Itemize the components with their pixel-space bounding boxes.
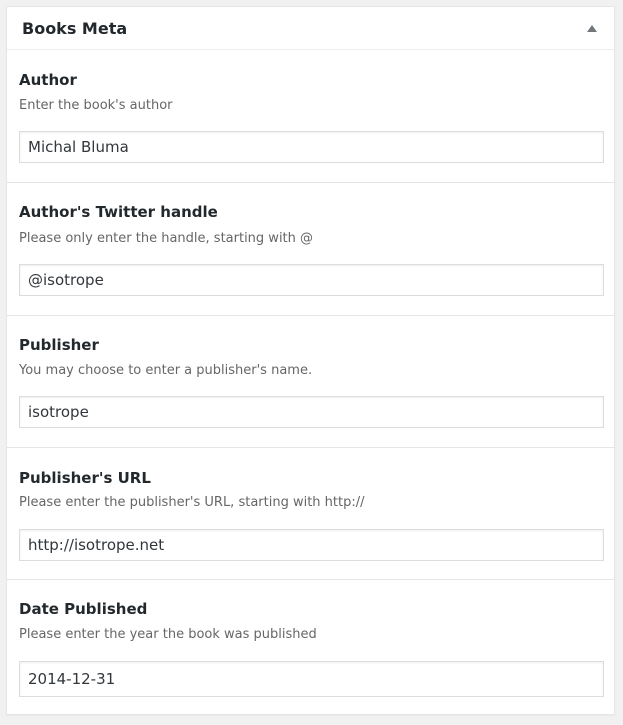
books-meta-box: Books Meta Author Enter the book's autho…	[6, 6, 615, 715]
author-label: Author	[19, 71, 77, 89]
triangle-up-icon	[587, 25, 597, 32]
author-twitter-label: Author's Twitter handle	[19, 203, 218, 221]
date-published-description: Please enter the year the book was publi…	[19, 627, 317, 642]
publisher-url-input[interactable]	[19, 529, 604, 561]
toggle-panel-button[interactable]	[578, 15, 606, 43]
author-input[interactable]	[19, 131, 604, 163]
publisher-input[interactable]	[19, 396, 604, 428]
field-publisher-url: Publisher's URL Please enter the publish…	[7, 448, 614, 580]
field-author: Author Enter the book's author	[7, 50, 614, 183]
publisher-url-description: Please enter the publisher's URL, starti…	[19, 495, 365, 510]
publisher-label: Publisher	[19, 336, 99, 354]
field-publisher: Publisher You may choose to enter a publ…	[7, 316, 614, 448]
author-description: Enter the book's author	[19, 98, 173, 113]
date-published-input[interactable]	[19, 661, 604, 697]
metabox-title: Books Meta	[22, 19, 128, 38]
author-twitter-input[interactable]	[19, 264, 604, 296]
publisher-description: You may choose to enter a publisher's na…	[19, 363, 313, 378]
metabox-header[interactable]: Books Meta	[7, 7, 614, 50]
date-published-label: Date Published	[19, 600, 148, 618]
author-twitter-description: Please only enter the handle, starting w…	[19, 231, 314, 246]
field-date-published: Date Published Please enter the year the…	[7, 580, 614, 714]
field-author-twitter: Author's Twitter handle Please only ente…	[7, 183, 614, 316]
publisher-url-label: Publisher's URL	[19, 469, 151, 487]
